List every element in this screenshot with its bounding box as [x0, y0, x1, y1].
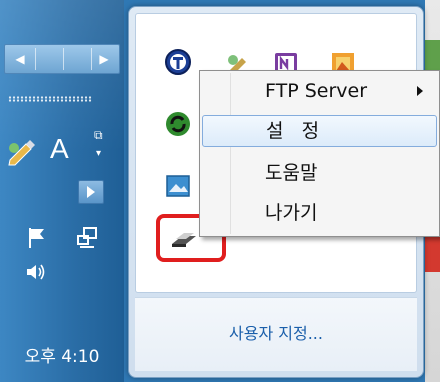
divider [91, 48, 92, 70]
truecrypt-icon[interactable] [164, 48, 192, 76]
ime-dropdown-icon[interactable]: ▾ [96, 148, 101, 159]
taskbar: ◀ ▶ A ⧉ ▾ 오후 4:10 [0, 0, 124, 382]
ime-mode-icon[interactable]: ⧉ [94, 128, 103, 143]
network-icon[interactable] [76, 226, 100, 250]
submenu-arrow-icon [417, 86, 423, 96]
sync-icon[interactable] [164, 110, 192, 138]
divider [35, 48, 36, 70]
show-hidden-icons-button[interactable] [78, 180, 104, 204]
picture-icon[interactable] [164, 172, 192, 200]
menu-item-help[interactable]: 도움말 [202, 157, 437, 189]
menu-item-settings[interactable]: 설 정 [202, 115, 437, 147]
language-indicator[interactable]: A [50, 134, 69, 164]
scroll-left-icon[interactable]: ◀ [11, 50, 29, 68]
menu-item-label: 도움말 [265, 162, 318, 184]
scroll-right-icon[interactable]: ▶ [95, 50, 113, 68]
divider [63, 48, 64, 70]
volume-icon[interactable] [24, 262, 48, 282]
flyout-footer: 사용자 지정... [135, 297, 417, 371]
flag-icon[interactable] [26, 226, 48, 250]
pen-icon[interactable] [6, 136, 40, 166]
menu-item-label: FTP Server [265, 80, 368, 102]
taskbar-scroll-control[interactable]: ◀ ▶ [4, 44, 120, 74]
menu-item-exit[interactable]: 나가기 [202, 197, 437, 229]
menu-item-label: 설 정 [266, 120, 320, 142]
expand-arrow-icon [87, 186, 95, 198]
customize-link[interactable]: 사용자 지정... [135, 320, 417, 344]
taskbar-grip[interactable] [8, 96, 92, 102]
taskbar-clock[interactable]: 오후 4:10 [0, 342, 124, 367]
menu-item-label: 나가기 [265, 202, 318, 224]
menu-item-ftp-server[interactable]: FTP Server [202, 75, 437, 107]
context-menu: FTP Server 설 정 도움말 나가기 [199, 70, 440, 237]
